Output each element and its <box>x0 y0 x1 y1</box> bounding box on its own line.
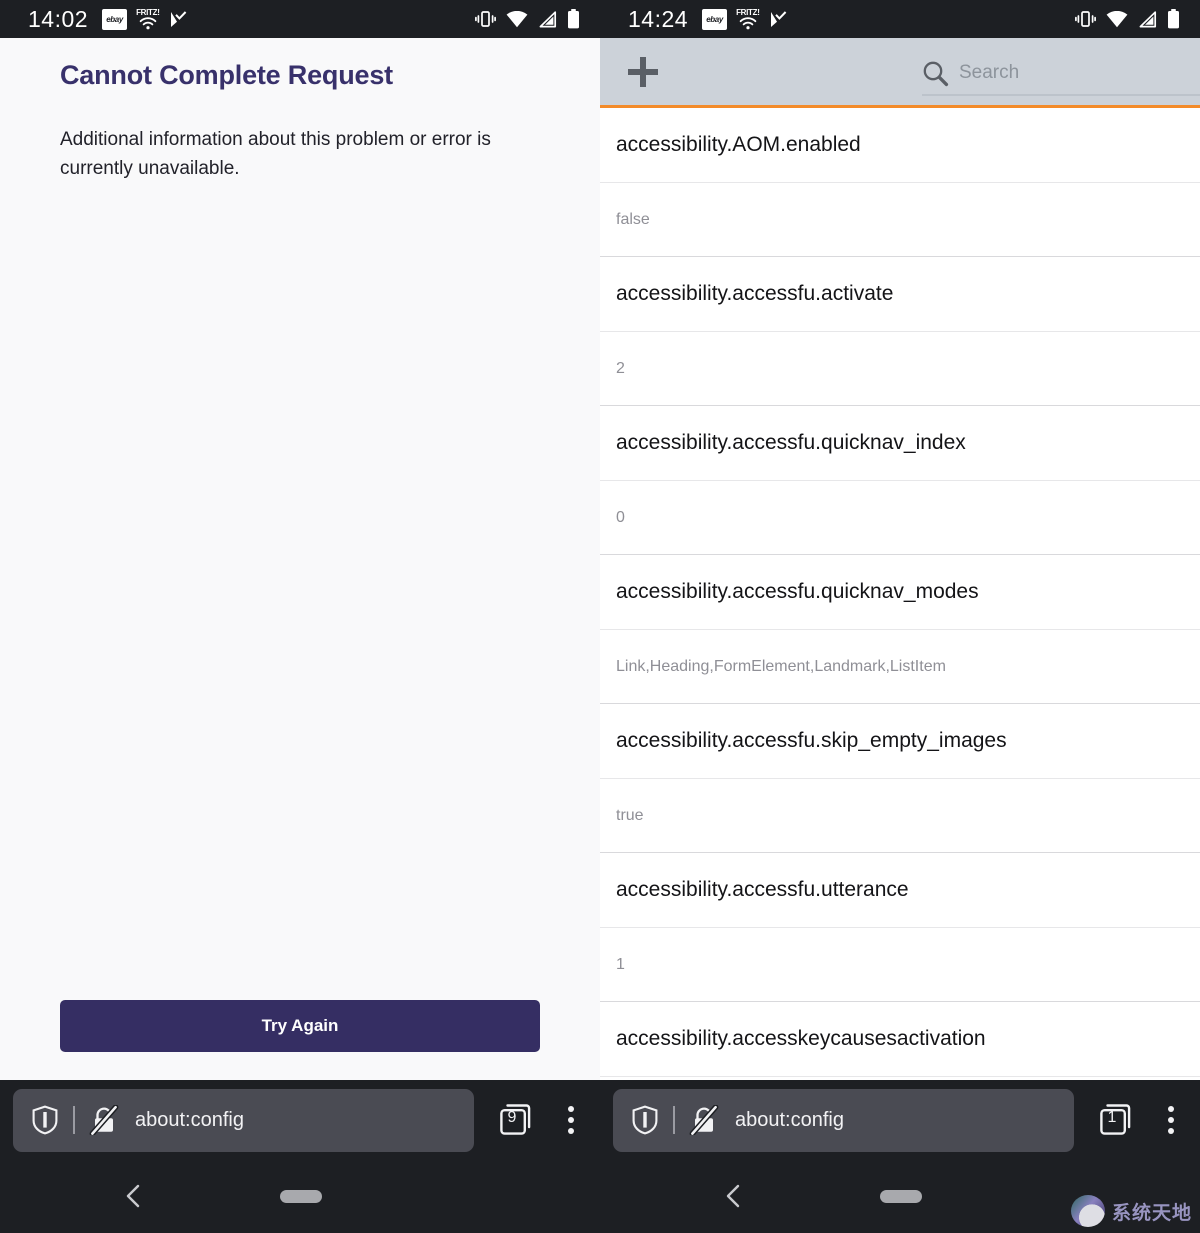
tasks-check-icon <box>170 10 186 27</box>
about-config-page: accessibility.AOM.enabledfalseaccessibil… <box>600 38 1200 1080</box>
search-input[interactable] <box>959 62 1200 84</box>
preference-value-row[interactable]: 1 <box>600 928 1200 1002</box>
vibrate-icon <box>475 11 496 27</box>
preference-name-row[interactable]: accessibility.accessfu.activate <box>600 257 1200 332</box>
preference-name-row[interactable]: accessibility.accesskeycausesactivation <box>600 1002 1200 1077</box>
url-bar[interactable]: about:config <box>613 1088 1074 1152</box>
page-title: Cannot Complete Request <box>60 60 393 90</box>
insecure-connection-slashed-lock-icon[interactable] <box>689 1105 719 1135</box>
url-text: about:config <box>735 1108 844 1131</box>
tab-count-label: 1 <box>1107 1109 1117 1126</box>
try-again-button[interactable]: Try Again <box>60 1000 540 1052</box>
status-notification-icons: ebay FRITZ! <box>102 8 188 30</box>
error-page: Cannot Complete Request Additional infor… <box>0 38 600 1080</box>
watermark-text: 系统天地 <box>1111 1201 1192 1224</box>
three-dot-menu-icon[interactable] <box>556 1100 586 1140</box>
back-chevron-icon[interactable] <box>120 1182 148 1210</box>
cellular-signal-icon <box>539 10 557 27</box>
fritz-wifi-icon: FRITZ! <box>136 8 160 30</box>
android-nav-bar-left <box>0 1160 600 1233</box>
url-text: about:config <box>135 1108 244 1131</box>
three-dot-menu-icon[interactable] <box>1156 1100 1186 1140</box>
insecure-connection-slashed-lock-icon[interactable] <box>89 1105 119 1135</box>
tab-count-label: 9 <box>507 1109 517 1126</box>
fritz-wifi-icon: FRITZ! <box>736 8 760 30</box>
preference-value-row[interactable]: 2 <box>600 332 1200 406</box>
vibrate-icon <box>1075 11 1096 27</box>
preference-list[interactable]: accessibility.AOM.enabled false accessibil… <box>600 108 1200 1077</box>
url-bar[interactable]: about:config <box>13 1088 474 1152</box>
plus-icon[interactable] <box>616 45 670 99</box>
back-chevron-icon[interactable] <box>720 1182 748 1210</box>
status-system-icons <box>1075 9 1180 29</box>
wifi-icon <box>506 10 528 27</box>
search-icon <box>922 60 949 87</box>
tab-counter-icon[interactable]: 1 <box>1096 1100 1136 1140</box>
cellular-signal-icon <box>1139 10 1157 27</box>
preference-name-row[interactable]: accessibility.AOM.enabled <box>600 108 1200 183</box>
battery-icon <box>1168 9 1179 29</box>
status-bar-left: 14:02 ebay FRITZ! <box>0 0 600 38</box>
status-system-icons <box>475 9 580 29</box>
status-clock: 14:02 <box>28 5 89 32</box>
preference-value-row[interactable]: true <box>600 779 1200 853</box>
preference-value-row[interactable]: Link,Heading,FormElement,Landmark,ListIt… <box>600 630 1200 704</box>
tasks-check-icon <box>770 10 786 27</box>
preference-name-row[interactable]: accessibility.accessfu.skip_empty_images <box>600 704 1200 779</box>
wifi-icon <box>1106 10 1128 27</box>
ebay-icon: ebay <box>702 8 728 30</box>
preference-value-row[interactable]: false <box>600 183 1200 257</box>
tab-counter-icon[interactable]: 9 <box>496 1100 536 1140</box>
tracking-protection-shield-icon[interactable] <box>631 1105 659 1135</box>
browser-toolbar-left: about:config 9 <box>0 1080 600 1160</box>
watermark: 系统天地 <box>1070 1195 1192 1227</box>
home-gesture-pill[interactable] <box>880 1190 922 1203</box>
url-divider <box>73 1106 75 1134</box>
ebay-icon: ebay <box>102 8 128 30</box>
preference-name-row[interactable]: accessibility.accessfu.quicknav_index <box>600 406 1200 481</box>
config-toolbar <box>600 38 1200 108</box>
battery-icon <box>568 9 579 29</box>
home-gesture-pill[interactable] <box>280 1190 322 1203</box>
search-field[interactable] <box>922 52 1200 96</box>
tracking-protection-shield-icon[interactable] <box>31 1105 59 1135</box>
preference-name-row[interactable]: accessibility.accessfu.quicknav_modes <box>600 555 1200 630</box>
status-bar-right: 14:24 ebay FRITZ! <box>600 0 1200 38</box>
error-description: Additional information about this proble… <box>60 129 491 180</box>
screenshot-root: 14:02 ebay FRITZ! 14:24 ebay FRITZ! Cann… <box>0 0 1200 1233</box>
preference-name-row[interactable]: accessibility.accessfu.utterance <box>600 853 1200 928</box>
watermark-logo-icon <box>1070 1195 1105 1227</box>
url-divider <box>673 1106 675 1134</box>
browser-toolbar-right: about:config 1 <box>600 1080 1200 1160</box>
status-clock: 14:24 <box>628 5 689 32</box>
preference-value-row[interactable]: 0 <box>600 481 1200 555</box>
status-notification-icons: ebay FRITZ! <box>702 8 788 30</box>
